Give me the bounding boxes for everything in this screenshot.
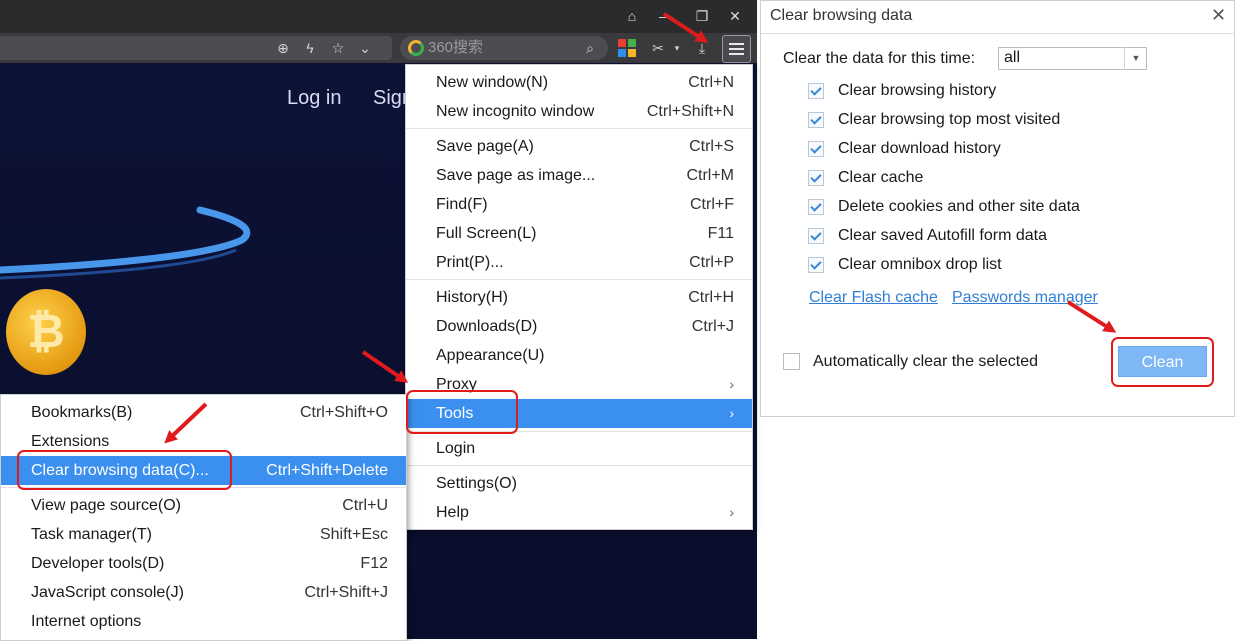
submenu-item-developer-tools[interactable]: Developer tools(D) F12 — [1, 549, 406, 578]
highlight-box-clean — [1111, 337, 1214, 387]
main-menu-button[interactable] — [722, 35, 751, 63]
dialog-title: Clear browsing data — [770, 7, 913, 24]
zoom-icon[interactable]: ⊕ — [273, 38, 293, 58]
submenu-item-internet-options[interactable]: Internet options — [1, 607, 406, 636]
checkbox-clear-top-visited[interactable] — [808, 112, 824, 128]
minimize-icon[interactable]: — — [653, 4, 679, 28]
menu-item-find[interactable]: Find(F) Ctrl+F — [406, 190, 752, 219]
chevron-right-icon: › — [729, 504, 734, 520]
checkbox-clear-autofill[interactable] — [808, 228, 824, 244]
checkbox-clear-history[interactable] — [808, 83, 824, 99]
menu-item-settings[interactable]: Settings(O) — [406, 469, 752, 498]
menu-item-login[interactable]: Login — [406, 434, 752, 463]
magnifier-icon[interactable]: ⌕ — [580, 38, 600, 58]
submenu-item-bookmarks[interactable]: Bookmarks(B) Ctrl+Shift+O — [1, 398, 406, 427]
menu-item-save-page[interactable]: Save page(A) Ctrl+S — [406, 132, 752, 161]
checkbox-label: Clear omnibox drop list — [838, 256, 1002, 273]
menu-item-history[interactable]: History(H) Ctrl+H — [406, 283, 752, 312]
submenu-item-task-manager[interactable]: Task manager(T) Shift+Esc — [1, 520, 406, 549]
checkbox-label: Delete cookies and other site data — [838, 198, 1080, 215]
menu-item-new-window[interactable]: New window(N) Ctrl+N — [406, 68, 752, 97]
auto-clear-checkbox[interactable] — [783, 353, 800, 370]
menu-item-new-incognito[interactable]: New incognito window Ctrl+Shift+N — [406, 97, 752, 126]
dropdown-caret-icon[interactable]: ▾ — [671, 38, 683, 58]
scissors-icon[interactable]: ✂ — [648, 38, 668, 58]
time-period-value: all — [1004, 49, 1021, 66]
highlight-box-clear-browsing-data — [17, 450, 232, 490]
passwords-manager-link[interactable]: Passwords manager — [952, 289, 1098, 307]
search-engine-icon — [408, 40, 424, 56]
chevron-right-icon: › — [729, 405, 734, 421]
submenu-item-view-source[interactable]: View page source(O) Ctrl+U — [1, 491, 406, 520]
checkbox-clear-cache[interactable] — [808, 170, 824, 186]
menu-item-save-as-image[interactable]: Save page as image... Ctrl+M — [406, 161, 752, 190]
checkbox-delete-cookies[interactable] — [808, 199, 824, 215]
clear-flash-cache-link[interactable]: Clear Flash cache — [809, 289, 938, 307]
decorative-ring — [0, 206, 251, 280]
apps-grid-icon[interactable] — [618, 39, 636, 57]
search-placeholder: 360搜索 — [428, 39, 484, 56]
main-menu: New window(N) Ctrl+N New incognito window… — [405, 64, 753, 530]
chevron-down-icon[interactable]: ⌄ — [355, 38, 375, 58]
lightning-icon[interactable]: ϟ — [300, 38, 320, 58]
menu-item-print[interactable]: Print(P)... Ctrl+P — [406, 248, 752, 277]
restore-icon[interactable]: ❐ — [689, 4, 715, 28]
checkbox-label: Clear browsing history — [838, 82, 997, 99]
close-icon[interactable]: ✕ — [1211, 5, 1226, 26]
menu-item-appearance[interactable]: Appearance(U) — [406, 341, 752, 370]
page-login-link[interactable]: Log in — [287, 87, 342, 110]
menu-separator — [406, 279, 752, 280]
menu-item-downloads[interactable]: Downloads(D) Ctrl+J — [406, 312, 752, 341]
close-window-icon[interactable]: ✕ — [722, 4, 748, 28]
checkbox-label: Clear cache — [838, 169, 924, 186]
submenu-item-javascript-console[interactable]: JavaScript console(J) Ctrl+Shift+J — [1, 578, 406, 607]
checkbox-label: Clear browsing top most visited — [838, 111, 1061, 128]
tools-submenu: Bookmarks(B) Ctrl+Shift+O Extensions Clea… — [0, 394, 407, 641]
menu-item-help[interactable]: Help › — [406, 498, 752, 527]
star-icon[interactable]: ☆ — [328, 38, 348, 58]
menu-separator — [406, 128, 752, 129]
time-period-label: Clear the data for this time: — [783, 50, 976, 67]
bitcoin-symbol-icon: ₿ — [27, 305, 65, 357]
highlight-box-tools — [406, 390, 518, 434]
menu-item-full-screen[interactable]: Full Screen(L) F11 — [406, 219, 752, 248]
dialog-divider — [761, 33, 1234, 34]
skin-icon[interactable]: ⌂ — [619, 4, 645, 28]
dropdown-arrow-icon[interactable]: ▼ — [1124, 47, 1147, 70]
checkbox-clear-omnibox[interactable] — [808, 257, 824, 273]
chevron-right-icon: › — [729, 376, 734, 392]
download-icon[interactable]: ⤓ — [692, 38, 712, 58]
checkbox-label: Clear download history — [838, 140, 1001, 157]
checkbox-label: Clear saved Autofill form data — [838, 227, 1047, 244]
menu-separator — [406, 465, 752, 466]
checkbox-clear-downloads[interactable] — [808, 141, 824, 157]
auto-clear-label: Automatically clear the selected — [813, 353, 1038, 370]
